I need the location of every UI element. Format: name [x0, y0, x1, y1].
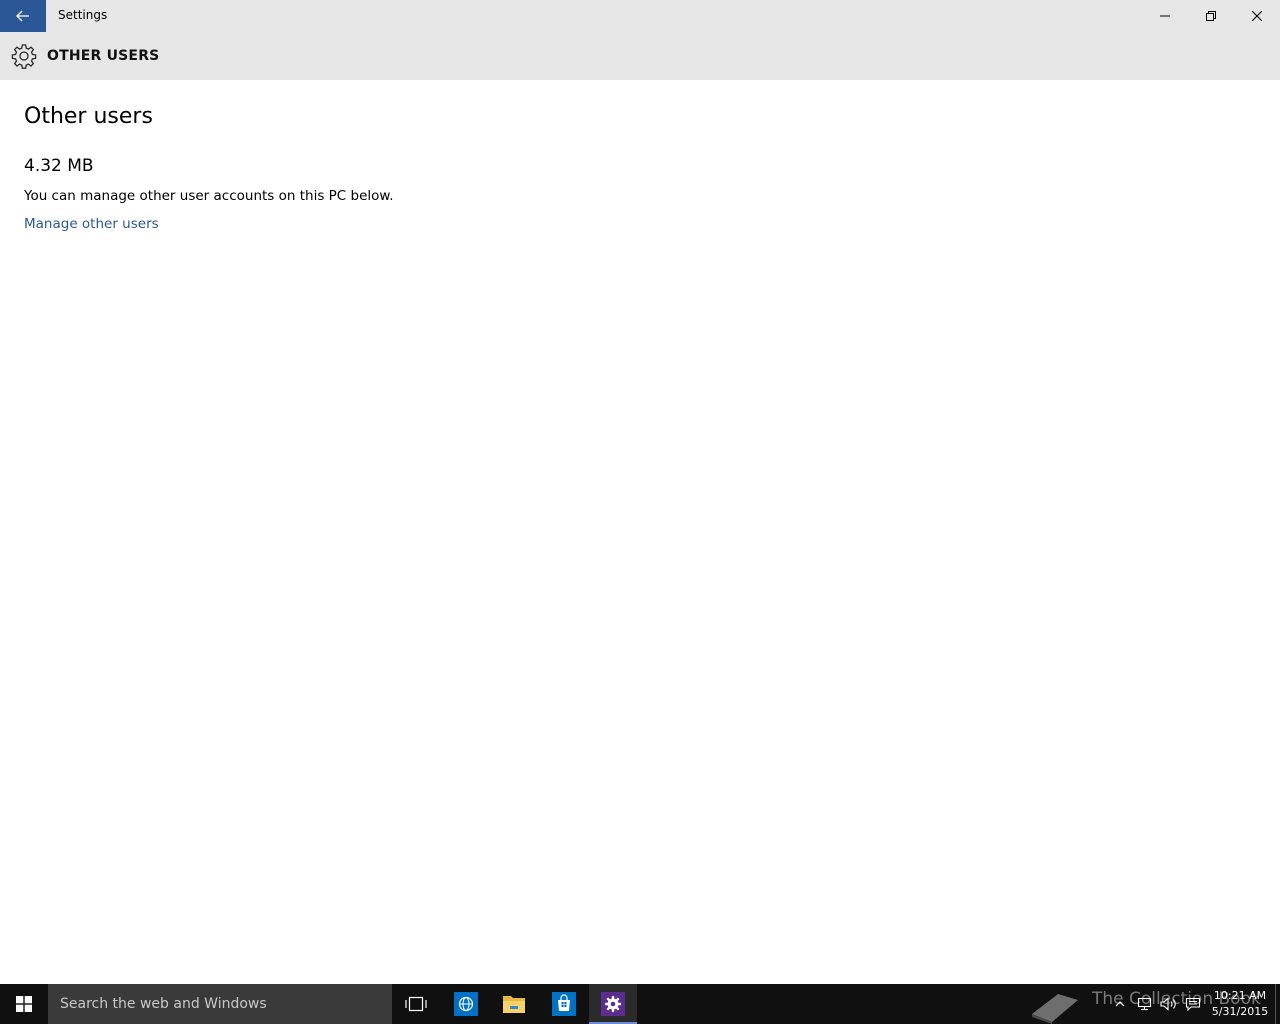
search-input[interactable]: Search the web and Windows	[48, 984, 392, 1024]
taskbar: Search the web and Windows The Collectio…	[0, 984, 1280, 1024]
settings-taskbar-button[interactable]	[589, 984, 637, 1024]
network-icon	[1137, 997, 1152, 1011]
volume-icon	[1160, 997, 1176, 1011]
volume-button[interactable]	[1158, 984, 1180, 1024]
window-title: Settings	[58, 8, 108, 22]
search-placeholder: Search the web and Windows	[60, 996, 267, 1012]
title-bar: Settings	[0, 0, 1280, 32]
chevron-up-icon	[1115, 1001, 1125, 1007]
gear-icon	[11, 44, 37, 69]
settings-window: Settings OTHER USERS Other users 4.32 MB…	[0, 0, 1280, 1024]
minimize-button[interactable]	[1142, 0, 1188, 32]
internet-explorer-button[interactable]	[442, 984, 490, 1024]
start-button[interactable]	[0, 984, 48, 1024]
close-button[interactable]	[1234, 0, 1280, 32]
network-button[interactable]	[1134, 984, 1156, 1024]
file-explorer-icon	[503, 996, 525, 1013]
restore-icon	[1206, 11, 1216, 21]
clock-date: 5/31/2015	[1211, 1005, 1269, 1018]
store-button[interactable]	[540, 984, 588, 1024]
store-icon	[552, 992, 576, 1016]
back-arrow-icon	[16, 10, 29, 22]
close-icon	[1252, 11, 1262, 21]
manage-other-users-link[interactable]: Manage other users	[24, 216, 159, 232]
minimize-icon	[1160, 15, 1170, 17]
task-view-icon	[405, 996, 427, 1012]
action-center-button[interactable]	[1182, 984, 1204, 1024]
settings-icon	[601, 992, 625, 1016]
size-value: 4.32 MB	[24, 156, 94, 176]
description-text: You can manage other user accounts on th…	[24, 188, 394, 204]
message-icon	[1185, 997, 1201, 1011]
page-header-title: OTHER USERS	[47, 48, 160, 64]
back-button[interactable]	[0, 0, 46, 32]
task-view-button[interactable]	[392, 984, 440, 1024]
clock[interactable]: 10:21 AM 5/31/2015	[1208, 988, 1272, 1020]
windows-logo-icon	[16, 996, 32, 1012]
book-logo-icon	[1032, 994, 1078, 1024]
page-title: Other users	[24, 104, 153, 129]
show-desktop-button[interactable]	[1275, 984, 1280, 1024]
restore-button[interactable]	[1188, 0, 1234, 32]
internet-explorer-icon	[454, 992, 478, 1016]
show-hidden-icons-button[interactable]	[1110, 984, 1130, 1024]
file-explorer-button[interactable]	[490, 984, 538, 1024]
clock-time: 10:21 AM	[1213, 989, 1267, 1002]
page-header: OTHER USERS	[0, 32, 1280, 80]
